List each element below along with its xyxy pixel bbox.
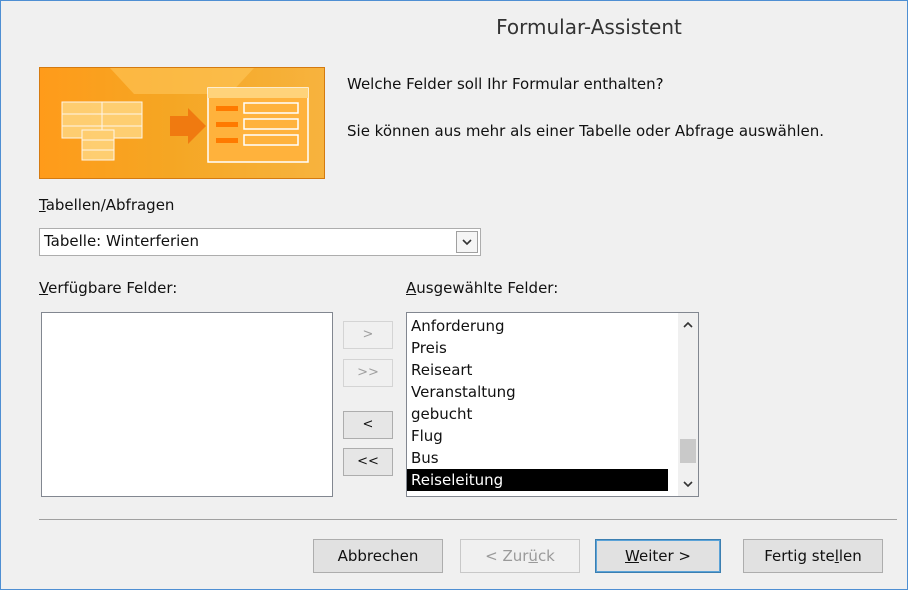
selected-list-scrollbar[interactable] xyxy=(678,313,698,496)
form-wizard-illustration xyxy=(39,67,325,179)
tables-queries-dropdown[interactable]: Tabelle: Winterferien xyxy=(39,228,481,256)
finish-label-pre: Fertig ste xyxy=(764,547,835,565)
wizard-client-area: Welche Felder soll Ihr Formular enthalte… xyxy=(9,57,899,581)
list-item[interactable]: Reiseart xyxy=(407,359,698,381)
finish-label-post: len xyxy=(838,547,862,565)
selected-label-accesskey: A xyxy=(406,279,417,297)
available-fields-list[interactable] xyxy=(41,312,333,497)
selected-label-text: usgewählte Felder: xyxy=(416,279,559,297)
scroll-up-icon[interactable] xyxy=(682,319,694,331)
list-item[interactable]: gebucht xyxy=(407,403,698,425)
available-label-accesskey: V xyxy=(39,279,49,297)
selected-fields-label: Ausgewählte Felder: xyxy=(406,279,558,297)
wizard-question: Welche Felder soll Ihr Formular enthalte… xyxy=(347,75,664,93)
back-button[interactable]: < Zurück xyxy=(460,539,580,573)
available-label-text: erfügbare Felder: xyxy=(48,279,178,297)
form-wizard-graphic-icon xyxy=(61,68,309,163)
next-button[interactable]: Weiter > xyxy=(595,539,721,573)
back-label-post: ck xyxy=(537,547,555,565)
add-field-button[interactable]: > xyxy=(343,321,393,349)
chevron-down-icon xyxy=(462,239,472,246)
selected-fields-list[interactable]: Anforderung Preis Reiseart Veranstaltung geb… xyxy=(406,312,699,497)
wizard-window: Formular-Assistent Welche Felder soll Ih… xyxy=(0,0,908,590)
finish-button[interactable]: Fertig stellen xyxy=(743,539,883,573)
scrollbar-thumb[interactable] xyxy=(680,439,696,463)
remove-all-fields-button[interactable]: << xyxy=(343,448,393,476)
scroll-down-icon[interactable] xyxy=(682,478,694,490)
cancel-button[interactable]: Abbrechen xyxy=(313,539,443,573)
tables-queries-label: Tabellen/Abfragen xyxy=(39,196,174,214)
next-label-accesskey: W xyxy=(625,547,639,565)
add-all-fields-button[interactable]: >> xyxy=(343,359,393,387)
available-fields-label: Verfügbare Felder: xyxy=(39,279,177,297)
remove-field-button[interactable]: < xyxy=(343,411,393,439)
list-item[interactable]: Reiseleitung xyxy=(407,469,668,491)
dropdown-button[interactable] xyxy=(456,231,478,253)
tables-label-accesskey: T xyxy=(39,196,46,214)
list-item[interactable]: Preis xyxy=(407,337,698,359)
window-title: Formular-Assistent xyxy=(496,15,682,39)
next-label-post: eiter > xyxy=(638,547,691,565)
tables-dropdown-value: Tabelle: Winterferien xyxy=(44,232,200,250)
list-item[interactable]: Flug xyxy=(407,425,698,447)
back-label-pre: < Zur xyxy=(485,547,529,565)
separator xyxy=(39,519,897,520)
list-item[interactable]: Bus xyxy=(407,447,698,469)
list-item[interactable]: Anforderung xyxy=(407,315,698,337)
wizard-hint: Sie können aus mehr als einer Tabelle od… xyxy=(347,122,825,140)
title-bar[interactable]: Formular-Assistent xyxy=(1,1,907,55)
list-item[interactable]: Veranstaltung xyxy=(407,381,698,403)
back-label-accesskey: ü xyxy=(528,547,538,565)
tables-label-text: abellen/Abfragen xyxy=(45,196,175,214)
